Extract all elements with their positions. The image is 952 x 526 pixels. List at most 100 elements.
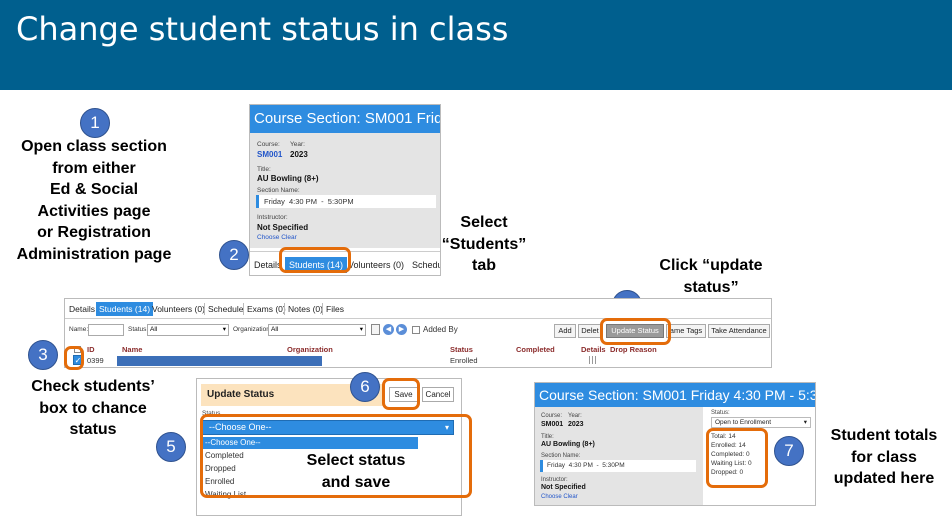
column-header-name[interactable]: Name [122, 345, 142, 354]
name-filter-input[interactable] [88, 324, 124, 336]
year-value: 2023 [290, 150, 308, 159]
step3-line: status [69, 421, 117, 438]
step1-line: Administration page [16, 245, 172, 263]
grid-tab-details[interactable]: Details [69, 304, 95, 314]
add-button[interactable]: Add [554, 324, 576, 338]
class-status-select[interactable]: Open to Enrollment ▾ [711, 417, 811, 428]
course-label: Course: [541, 413, 563, 419]
grid-tab-exams[interactable]: Exams (0) [247, 304, 286, 314]
callout-3: 3 [28, 340, 58, 370]
step1-instructions: Open class section from either Ed & Soci… [4, 136, 184, 265]
year-label: Year: [568, 413, 582, 419]
step1-line: Ed & Social [49, 181, 139, 198]
added-by-label: Added By [423, 325, 458, 334]
details-grid-icon[interactable] [589, 356, 597, 364]
row-status: Enrolled [450, 356, 478, 365]
year-label: Year: [290, 141, 305, 148]
column-header-id[interactable]: ID [87, 345, 95, 354]
export-icon[interactable] [371, 324, 380, 335]
column-header-details[interactable]: Details [581, 345, 606, 354]
year-value: 2023 [568, 421, 584, 428]
tab-divider [322, 303, 323, 315]
class-status-value: Open to Enrollment [715, 419, 772, 426]
section-name-label: Section Name: [541, 453, 581, 459]
tab-details[interactable]: Details [254, 260, 282, 270]
instructor-choose-link[interactable]: Choose [541, 494, 562, 500]
chevron-down-icon: ▾ [803, 419, 807, 426]
status-filter-select[interactable]: All ▾ [147, 324, 229, 336]
row-id: 0399 [87, 356, 104, 365]
grid-tab-volunteers[interactable]: Volunteers (0) [152, 304, 205, 314]
instructor-clear-link[interactable]: Clear [281, 234, 297, 241]
grid-tab-students[interactable]: Students (14) [96, 302, 154, 316]
course-value[interactable]: SM001 [257, 150, 282, 159]
instructor-value: Not Specified [257, 223, 309, 232]
column-header-status[interactable]: Status [450, 345, 473, 354]
course-section-header: Course Section: SM001 Friday 4:30 PM - 5… [250, 105, 440, 133]
take-attendance-button[interactable]: Take Attendance [708, 324, 770, 338]
highlight-students-tab [279, 247, 351, 273]
instructor-label: Intstructor: [257, 214, 288, 221]
highlight-status-dropdown [200, 414, 472, 498]
title-label: Title: [541, 434, 554, 440]
name-filter-label: Name: [69, 326, 89, 333]
status-label: Status: [711, 410, 730, 416]
course-label: Course: [257, 141, 280, 148]
step1-line: Activities page [37, 202, 151, 220]
step4-line: status” [683, 278, 739, 296]
org-filter-value: All [271, 326, 279, 333]
step2-line: tab [472, 257, 496, 274]
step1-line: Open class section [21, 138, 167, 155]
step4-line: Click “update [659, 257, 763, 274]
tab-divider [284, 303, 285, 315]
instructor-value: Not Specified [541, 484, 586, 491]
course-section-details: Course: Year: SM001 2023 Title: AU Bowli… [535, 407, 703, 505]
dialog-title: Update Status [207, 389, 275, 400]
added-by-checkbox[interactable] [412, 326, 420, 334]
next-arrow-icon[interactable]: ▶ [396, 324, 407, 335]
instructor-choose-link[interactable]: Choose [257, 234, 279, 241]
row-name-redacted [117, 356, 322, 366]
tab-volunteers[interactable]: Volunteers (0) [348, 260, 404, 270]
cancel-button[interactable]: Cancel [422, 387, 454, 402]
column-header-drop-reason[interactable]: Drop Reason [610, 345, 657, 354]
updated-course-section-card: Course Section: SM001 Friday 4:30 PM - 5… [534, 382, 816, 506]
step7-line: Student totals [830, 427, 938, 444]
instructor-label: Instructor: [541, 477, 568, 483]
status-filter-label: Status: [128, 326, 149, 333]
step3-line: box to chance [39, 399, 147, 417]
name-tags-button[interactable]: ame Tags [666, 324, 706, 338]
grid-tab-files[interactable]: Files [326, 304, 344, 314]
column-header-organization[interactable]: Organization [287, 345, 333, 354]
grid-tab-notes[interactable]: Notes (0) [288, 304, 323, 314]
callout-2: 2 [219, 240, 249, 270]
column-header-completed[interactable]: Completed [516, 345, 555, 354]
course-section-details: Course: Year: SM001 2023 Title: AU Bowli… [250, 133, 440, 248]
step2-instructions: Select “Students” tab [432, 212, 536, 277]
step3-instructions: Check students’ box to chance status [18, 376, 168, 441]
prev-arrow-icon[interactable]: ◀ [383, 324, 394, 335]
section-name-value: Friday 4:30 PM - 5:30PM [547, 462, 625, 469]
course-value[interactable]: SM001 [541, 421, 563, 428]
status-filter-value: All [150, 326, 158, 333]
callout-6: 6 [350, 372, 380, 402]
highlight-update-status [600, 318, 671, 345]
table-row[interactable]: ✓ 0399 Enrolled [65, 355, 771, 367]
step7-line: updated here [833, 470, 935, 487]
section-name-field: Friday 4:30 PM - 5:30PM [540, 460, 696, 472]
chevron-down-icon: ▾ [359, 326, 363, 333]
title-value: AU Bowling (8+) [541, 441, 595, 448]
grid-tab-schedule[interactable]: Schedule [208, 304, 243, 314]
section-name-field: Friday 4:30 PM - 5:30PM [256, 195, 436, 208]
step3-line: Check students’ [31, 378, 155, 395]
section-name-value: Friday 4:30 PM - 5:30PM [264, 197, 354, 206]
step1-line: from either [52, 159, 136, 177]
instructor-clear-link[interactable]: Clear [563, 494, 577, 500]
chevron-down-icon: ▾ [222, 326, 226, 333]
section-name-label: Section Name: [257, 187, 300, 194]
org-filter-select[interactable]: All ▾ [268, 324, 366, 336]
highlight-totals [706, 428, 768, 488]
slide-title: Change student status in class [16, 10, 509, 48]
step7-instructions: Student totals for class updated here [818, 425, 950, 490]
delete-button[interactable]: Delet [578, 324, 602, 338]
